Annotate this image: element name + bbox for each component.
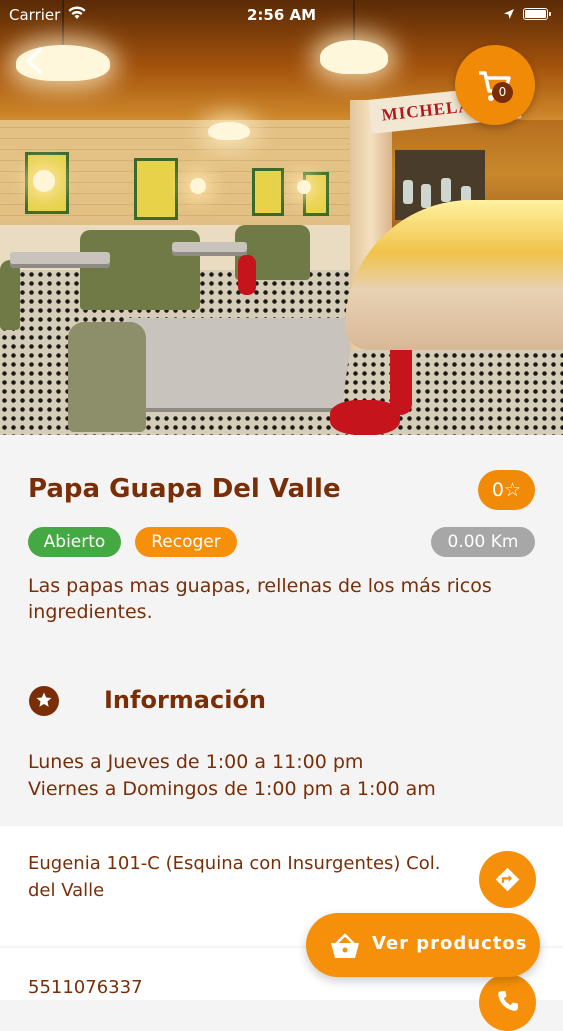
star-icon: ☆ bbox=[504, 479, 522, 501]
status-bar: Carrier 2:56 AM bbox=[0, 0, 563, 30]
status-badge: Abierto bbox=[28, 527, 121, 557]
service-badge: Recoger bbox=[135, 527, 237, 557]
call-button[interactable] bbox=[479, 974, 536, 1031]
battery-icon bbox=[523, 8, 551, 20]
hours-line: Lunes a Jueves de 1:00 a 11:00 pm bbox=[28, 751, 364, 773]
booth-seat bbox=[0, 260, 20, 330]
ceiling-lamp bbox=[320, 40, 388, 74]
star-icon bbox=[36, 692, 52, 707]
view-products-button[interactable]: Ver productos bbox=[306, 913, 540, 977]
back-arrow-icon[interactable] bbox=[18, 44, 52, 78]
ceiling-lamp bbox=[208, 122, 250, 140]
clock: 2:56 AM bbox=[246, 6, 317, 24]
info-section-title: Información bbox=[104, 686, 267, 714]
table bbox=[113, 318, 355, 408]
wall-poster bbox=[303, 172, 329, 216]
restaurant-name: Papa Guapa Del Valle bbox=[28, 474, 341, 504]
directions-icon bbox=[495, 867, 520, 892]
rating-badge[interactable]: 0☆ bbox=[478, 470, 535, 510]
table bbox=[172, 242, 247, 252]
hanging-bulb bbox=[297, 180, 311, 194]
star-circle-icon bbox=[29, 686, 59, 716]
hanging-bulb bbox=[33, 170, 55, 192]
basket-icon bbox=[331, 933, 359, 958]
wall-poster bbox=[134, 158, 178, 220]
directions-button[interactable] bbox=[479, 851, 536, 908]
chair bbox=[68, 322, 146, 432]
hanging-bulb bbox=[190, 178, 206, 194]
restaurant-description: Las papas mas guapas, rellenas de los má… bbox=[28, 575, 492, 623]
opening-hours: Lunes a Jueves de 1:00 a 11:00 pm Vierne… bbox=[28, 749, 436, 803]
cart-count-badge: 0 bbox=[492, 82, 513, 103]
rating-value: 0 bbox=[491, 479, 505, 501]
chair bbox=[238, 255, 256, 295]
address-text: Eugenia 101-C (Esquina con Insurgentes) … bbox=[28, 853, 441, 901]
location-arrow-icon bbox=[504, 9, 514, 19]
view-products-label: Ver productos bbox=[372, 933, 528, 954]
phone-icon bbox=[498, 991, 518, 1011]
hours-line: Viernes a Domingos de 1:00 pm a 1:00 am bbox=[28, 778, 436, 800]
wall-poster bbox=[252, 168, 284, 216]
phone-number: 5511076337 bbox=[28, 977, 143, 998]
table bbox=[10, 252, 110, 264]
distance-badge: 0.00 Km bbox=[431, 527, 535, 557]
